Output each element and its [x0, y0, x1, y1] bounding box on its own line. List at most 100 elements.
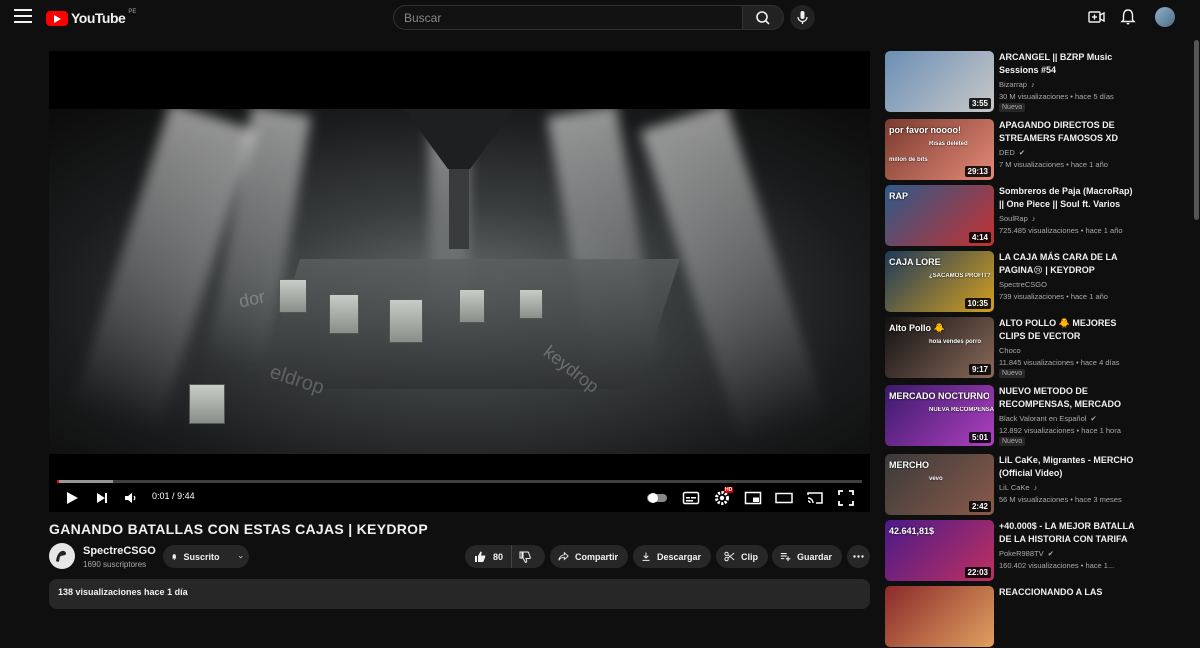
search-button[interactable] — [742, 5, 784, 30]
verified-check-icon: ✔ — [1018, 148, 1026, 157]
view-count: 725.485 visualizaciones — [999, 226, 1079, 235]
channel-name: SpectreCSGO — [999, 280, 1047, 289]
time-display: 0:01 / 9:44 — [152, 491, 195, 501]
recommendation-channel[interactable]: Black Valorant en Español ✔ — [999, 414, 1097, 423]
recommendation-title[interactable]: ALTO POLLO 🐥 MEJORES CLIPS DE VECTOR — [999, 317, 1139, 343]
autoplay-toggle[interactable] — [646, 489, 668, 507]
bell-icon — [172, 553, 177, 560]
recommendation-title[interactable]: +40.000$ - LA MEJOR BATALLA DE LA HISTOR… — [999, 520, 1139, 546]
recommendation-title[interactable]: LiL CaKe, Migrantes - MERCHO (Official V… — [999, 454, 1139, 480]
chevron-down-icon — [238, 555, 243, 558]
recommendation-channel[interactable]: SpectreCSGO — [999, 280, 1047, 289]
recommendation-title[interactable]: ARCANGEL || BZRP Music Sessions #54 — [999, 51, 1139, 77]
video-thumbnail[interactable]: RAP 4:14 — [885, 185, 994, 246]
hamburger-menu-icon[interactable] — [14, 9, 32, 23]
miniplayer-button[interactable] — [744, 489, 762, 507]
theater-mode-button[interactable] — [775, 489, 793, 507]
video-thumbnail[interactable]: MERCADO NOCTURNO NUEVA RECOMPENSA 5:01 — [885, 385, 994, 446]
video-thumbnail[interactable]: Alto Pollo 🐥 hola vendes porro 9:17 — [885, 317, 994, 378]
like-button[interactable]: 80 — [465, 545, 513, 568]
recommendation-channel[interactable]: PokeR988TV ✔ — [999, 549, 1054, 558]
video-thumbnail[interactable] — [885, 586, 994, 647]
create-video-button[interactable] — [1088, 8, 1106, 26]
user-avatar[interactable] — [1155, 7, 1175, 27]
playlist-add-icon — [780, 552, 791, 562]
recommendation-meta: 56 M visualizaciones • hace 3 meses — [999, 495, 1122, 504]
video-thumbnail[interactable]: MERCHO vevo 2:42 — [885, 454, 994, 515]
youtube-logo[interactable]: YouTube PE — [46, 9, 137, 26]
recommendation-item[interactable]: REACCIONANDO A LAS — [885, 586, 1185, 648]
view-count: 56 M visualizaciones — [999, 495, 1069, 504]
recommendation-item[interactable]: MERCADO NOCTURNO NUEVA RECOMPENSA 5:01 NUEV… — [885, 385, 1185, 447]
channel-name: PokeR988TV — [999, 549, 1044, 558]
video-player[interactable]: dor eldrop keydrop 0:01 / 9:44 HD — [49, 51, 870, 512]
share-icon — [558, 551, 569, 561]
recommendation-channel[interactable]: Choco — [999, 346, 1021, 355]
save-label: Guardar — [796, 551, 832, 562]
recommendation-item[interactable]: 3:55 ARCANGEL || BZRP Music Sessions #54 B… — [885, 51, 1185, 113]
recommendation-channel[interactable]: Bizarrap ♪ — [999, 80, 1035, 89]
upload-age: hace 1 año — [1070, 292, 1108, 301]
thumbnail-text: RAP — [889, 191, 909, 201]
meta-separator: • — [1073, 358, 1081, 367]
recommendation-channel[interactable]: SoulRap ♪ — [999, 214, 1036, 223]
recommendation-title[interactable]: LA CAJA MÁS CARA DE LA PAGINA😢 | KEYDROP — [999, 251, 1139, 277]
share-label: Compartir — [574, 551, 618, 562]
share-button[interactable]: Compartir — [550, 545, 628, 568]
fullscreen-button[interactable] — [837, 489, 855, 507]
video-duration: 3:55 — [968, 98, 991, 109]
recommendation-item[interactable]: 42.641,81$ 22:03 +40.000$ - LA MEJOR BATAL… — [885, 520, 1185, 582]
notifications-button[interactable] — [1119, 8, 1137, 26]
youtube-play-icon — [46, 10, 68, 26]
description-box[interactable]: 138 visualizaciones hace 1 día — [49, 579, 870, 609]
autoplay-toggle-icon — [647, 493, 667, 503]
country-code: PE — [128, 9, 137, 15]
thumbnail-text: millon de bits — [889, 157, 928, 163]
recommendation-item[interactable]: por favor noooo! Risas deleted millon de b… — [885, 119, 1185, 181]
music-note-icon: ♪ — [1030, 80, 1035, 89]
subtitles-button[interactable] — [682, 489, 700, 507]
recommendation-title[interactable]: NUEVO METODO DE RECOMPENSAS, MERCADO NOC… — [999, 385, 1139, 411]
video-thumbnail[interactable]: 3:55 — [885, 51, 994, 112]
channel-avatar[interactable] — [49, 543, 75, 569]
recommendation-title[interactable]: REACCIONANDO A LAS — [999, 586, 1139, 599]
voice-search-button[interactable] — [790, 5, 815, 30]
clip-button[interactable]: Clip — [716, 545, 768, 568]
upload-age: hace 1 año — [1085, 226, 1123, 235]
play-icon — [67, 492, 78, 504]
recommendation-meta: 12.892 visualizaciones • hace 1 hora — [999, 426, 1121, 435]
recommendation-channel[interactable]: DED ✔ — [999, 148, 1025, 157]
search-input[interactable] — [404, 10, 742, 25]
recommendation-item[interactable]: Alto Pollo 🐥 hola vendes porro 9:17 ALTO PO… — [885, 317, 1185, 379]
thumbnail-text: hola vendes porro — [929, 339, 982, 345]
channel-name[interactable]: SpectreCSGO — [83, 545, 156, 557]
recommendation-item[interactable]: MERCHO vevo 2:42 LiL CaKe, Migrantes - MERC… — [885, 454, 1185, 516]
subtitles-icon — [682, 491, 700, 505]
video-duration: 5:01 — [968, 432, 991, 443]
more-actions-button[interactable] — [847, 545, 870, 568]
channel-name: Bizarrap — [999, 80, 1027, 89]
video-thumbnail[interactable]: CAJA LORE ¿SACAMOS PROFIT? 10:35 — [885, 251, 994, 312]
next-button[interactable] — [93, 489, 111, 507]
mute-button[interactable] — [122, 489, 140, 507]
subscribed-button[interactable]: Suscrito — [163, 545, 249, 568]
recommendation-title[interactable]: Sombreros de Paja (MacroRap) || One Piec… — [999, 185, 1139, 211]
save-button[interactable]: Guardar — [772, 545, 842, 568]
recommendation-item[interactable]: CAJA LORE ¿SACAMOS PROFIT? 10:35 LA CAJA MÁ… — [885, 251, 1185, 313]
recommendation-meta: 7 M visualizaciones • hace 1 año — [999, 160, 1108, 169]
thumbnail-text: MERCADO NOCTURNO — [889, 391, 989, 401]
cast-button[interactable] — [806, 489, 824, 507]
video-thumbnail[interactable]: 42.641,81$ 22:03 — [885, 520, 994, 581]
volume-icon — [125, 493, 136, 503]
dislike-button[interactable] — [512, 545, 538, 568]
video-thumbnail[interactable]: por favor noooo! Risas deleted millon de b… — [885, 119, 994, 180]
download-button[interactable]: Descargar — [633, 545, 711, 568]
recommendation-item[interactable]: RAP 4:14 Sombreros de Paja (MacroRap) || O… — [885, 185, 1185, 247]
recommendation-channel[interactable]: LiL CaKe ♪ — [999, 483, 1037, 492]
recommendation-title[interactable]: APAGANDO DIRECTOS DE STREAMERS FAMOSOS X… — [999, 119, 1139, 145]
new-badge: Nuevo — [999, 369, 1026, 378]
settings-button[interactable]: HD — [713, 487, 734, 507]
play-button[interactable] — [63, 489, 81, 507]
upload-age: hace 5 días — [1075, 92, 1114, 101]
scrollbar-thumb[interactable] — [1194, 40, 1199, 220]
